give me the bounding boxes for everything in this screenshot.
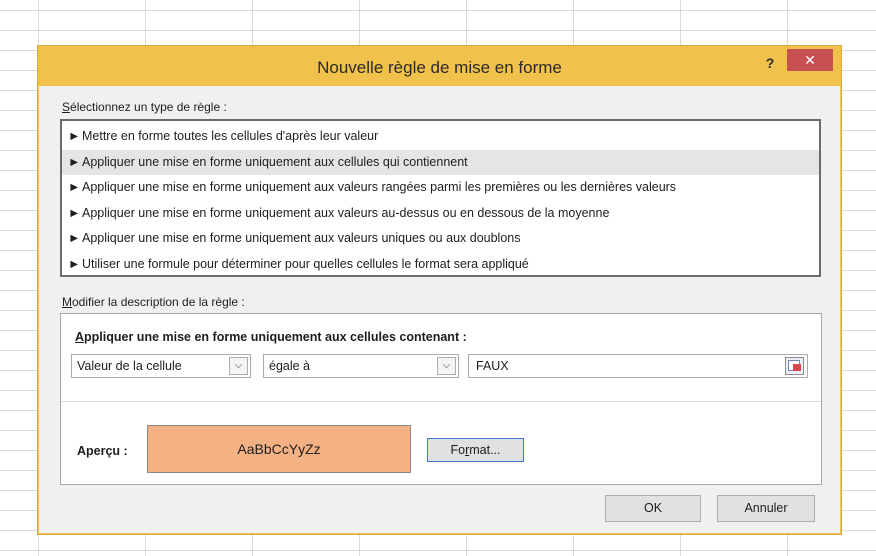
chevron-down-icon[interactable]: ⌵ <box>229 357 248 375</box>
condition-type-select[interactable]: Valeur de la cellule ⌵ <box>71 354 251 378</box>
dialog-titlebar[interactable]: Nouvelle règle de mise en forme ? ✕ <box>38 46 841 86</box>
rule-type-item[interactable]: ► Appliquer une mise en forme uniquement … <box>62 175 819 201</box>
arrow-bullet-icon: ► <box>68 154 81 169</box>
preview-label: Aperçu : <box>77 444 128 458</box>
chevron-down-icon[interactable]: ⌵ <box>437 357 456 375</box>
rule-type-item[interactable]: ► Utiliser une formule pour déterminer po… <box>62 252 819 278</box>
arrow-bullet-icon: ► <box>68 256 81 271</box>
rule-type-item[interactable]: ► Appliquer une mise en forme uniquement … <box>62 201 819 227</box>
rule-description-panel: Appliquer une mise en forme uniquement a… <box>60 313 822 485</box>
rule-description-label: Modifier la description de la règle : <box>62 295 245 309</box>
value-input[interactable]: FAUX <box>468 354 808 378</box>
arrow-bullet-icon: ► <box>68 180 81 194</box>
description-heading: Appliquer une mise en forme uniquement a… <box>75 330 467 344</box>
format-button[interactable]: Format... <box>427 438 524 462</box>
cancel-button[interactable]: Annuler <box>717 495 815 522</box>
rule-type-item[interactable]: ► Mettre en forme toutes les cellules d'a… <box>62 124 819 150</box>
close-button[interactable]: ✕ <box>787 49 833 71</box>
rule-type-list[interactable]: ► Mettre en forme toutes les cellules d'a… <box>60 119 821 277</box>
operator-select[interactable]: égale à ⌵ <box>263 354 459 378</box>
rule-type-label: Sélectionnez un type de règle : <box>62 100 227 114</box>
help-button[interactable]: ? <box>759 52 781 74</box>
close-icon: ✕ <box>804 52 816 68</box>
section-divider <box>61 401 821 402</box>
arrow-bullet-icon: ► <box>68 129 81 143</box>
rule-type-item[interactable]: ► Appliquer une mise en forme uniquement … <box>62 226 819 252</box>
format-preview: AaBbCcYyZz <box>147 425 411 473</box>
cell-reference-icon[interactable] <box>785 357 804 375</box>
dialog-title: Nouvelle règle de mise en forme <box>317 58 562 77</box>
rule-type-item-selected[interactable]: ► Appliquer une mise en forme uniquement … <box>62 149 819 175</box>
arrow-bullet-icon: ► <box>68 231 81 245</box>
ok-button[interactable]: OK <box>605 495 701 522</box>
arrow-bullet-icon: ► <box>68 205 81 220</box>
